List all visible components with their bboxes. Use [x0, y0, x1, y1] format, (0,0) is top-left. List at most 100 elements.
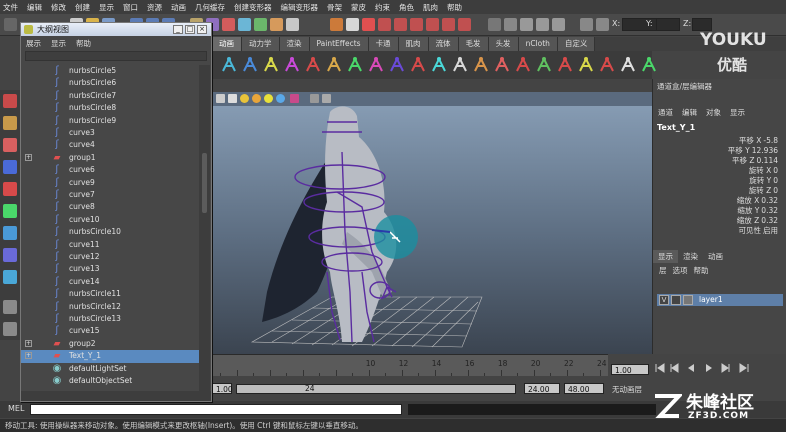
expand-toggle[interactable]: + — [25, 153, 32, 161]
outliner-item[interactable]: ʃ curve14 — [21, 276, 199, 288]
outliner-menu-item[interactable]: 帮助 — [76, 38, 91, 49]
outliner-item[interactable]: ʃ curve10 — [21, 214, 199, 226]
shelf-tool-icon[interactable] — [325, 55, 343, 75]
select-tool-icon[interactable] — [3, 94, 17, 108]
lasso-tool-icon[interactable] — [3, 116, 17, 130]
shelf-tab[interactable]: 自定义 — [557, 37, 596, 51]
attribute-value[interactable]: 0.32 — [761, 206, 778, 215]
lock-icon[interactable] — [580, 18, 593, 31]
outliner-item[interactable]: ʃ curve11 — [21, 239, 199, 251]
outliner-item[interactable]: ʃ curve4 — [21, 139, 199, 151]
menu-item[interactable]: 编辑 — [27, 2, 42, 13]
attribute-value[interactable]: 启用 — [763, 226, 778, 235]
channel-attribute-row[interactable]: 可见性 启用 — [739, 225, 779, 236]
outliner-item[interactable]: ʃ nurbsCircle11 — [21, 288, 199, 300]
attribute-value[interactable]: 0 — [773, 176, 778, 185]
shelf-tool-icon[interactable] — [220, 55, 238, 75]
shelf-tool-icon[interactable] — [409, 55, 427, 75]
shelf-tool-icon[interactable] — [535, 55, 553, 75]
smooth-shade-icon[interactable] — [240, 94, 249, 103]
outliner-item[interactable]: ◉ defaultLightSet — [21, 363, 199, 375]
menu-item[interactable]: 几何缓存 — [195, 2, 225, 13]
range-start-field[interactable]: 1.00 — [212, 383, 233, 394]
render-frame-icon[interactable] — [426, 18, 439, 31]
outliner-item[interactable]: ʃ curve13 — [21, 263, 199, 275]
outliner-item[interactable]: ◉ defaultObjectSet — [21, 375, 199, 387]
snap-view-icon[interactable] — [378, 18, 391, 31]
outliner-horizontal-scrollbar[interactable] — [21, 391, 211, 401]
lights-icon[interactable] — [264, 94, 273, 103]
perspective-viewport[interactable] — [212, 92, 652, 354]
layer-editor-menu-item[interactable]: 层 — [659, 265, 667, 276]
wireframe-icon[interactable] — [228, 94, 237, 103]
channel-box-menu-item[interactable]: 编辑 — [682, 107, 697, 119]
menu-item[interactable]: 骨架 — [327, 2, 342, 13]
module-select-icon[interactable] — [4, 18, 17, 31]
outliner-item[interactable]: ʃ curve8 — [21, 201, 199, 213]
outliner-item[interactable]: ʃ curve3 — [21, 127, 199, 139]
shelf-tab[interactable]: 动画 — [212, 37, 242, 51]
shelf-tool-icon[interactable] — [262, 55, 280, 75]
shelf-tab[interactable]: 肌肉 — [398, 37, 429, 51]
layer-playback-toggle[interactable] — [671, 295, 681, 305]
shelf-tool-icon[interactable] — [451, 55, 469, 75]
outliner-titlebar[interactable]: 大纲视图 _ □ × — [21, 23, 211, 36]
show-manip-tool-icon[interactable] — [3, 270, 17, 284]
menu-item[interactable]: 蒙皮 — [351, 2, 366, 13]
outliner-item[interactable]: ʃ nurbsCircle9 — [21, 115, 199, 127]
shelf-tool-icon[interactable] — [304, 55, 322, 75]
y-field[interactable] — [656, 18, 680, 31]
outliner-item[interactable]: ʃ curve12 — [21, 251, 199, 263]
rotate-tool-icon[interactable] — [3, 182, 17, 196]
layer-editor-tab[interactable]: 动画 — [703, 250, 728, 263]
shelf-tab[interactable]: 头发 — [488, 37, 519, 51]
tool-settings-icon[interactable] — [552, 18, 565, 31]
range-slider[interactable]: 24 — [236, 384, 516, 394]
outliner-vertical-scrollbar[interactable] — [199, 65, 210, 391]
move-tool-icon[interactable] — [3, 160, 17, 174]
layer-name[interactable]: layer1 — [699, 295, 723, 304]
attribute-value[interactable]: -5.8 — [763, 136, 778, 145]
maximize-icon[interactable]: □ — [185, 25, 195, 34]
attr-editor-icon[interactable] — [536, 18, 549, 31]
menu-item[interactable]: 资源 — [147, 2, 162, 13]
scale-tool-icon[interactable] — [3, 204, 17, 218]
outliner-item[interactable]: + ▰ group2 — [21, 338, 199, 350]
minimize-icon[interactable]: _ — [173, 25, 183, 34]
channel-box-menu-item[interactable]: 显示 — [730, 107, 745, 119]
shelf-tool-icon[interactable] — [367, 55, 385, 75]
menu-item[interactable]: 创建 — [75, 2, 90, 13]
xray-icon[interactable] — [310, 94, 319, 103]
render-settings-icon[interactable] — [458, 18, 471, 31]
shadows-icon[interactable] — [276, 94, 285, 103]
menu-item[interactable]: 约束 — [375, 2, 390, 13]
menu-item[interactable]: 修改 — [51, 2, 66, 13]
shelf-tool-icon[interactable] — [598, 55, 616, 75]
manipulator-tool-icon[interactable] — [3, 226, 17, 240]
layer-editor-menu-item[interactable]: 帮助 — [694, 265, 709, 276]
outliner-item[interactable]: ʃ nurbsCircle13 — [21, 313, 199, 325]
menu-item[interactable]: 窗口 — [123, 2, 138, 13]
shelf-tab[interactable]: 流体 — [428, 37, 459, 51]
outliner-item[interactable]: ʃ nurbsCircle10 — [21, 226, 199, 238]
menu-item[interactable]: 帮助 — [447, 2, 462, 13]
outliner-menu-item[interactable]: 显示 — [51, 38, 66, 49]
attribute-value[interactable]: 12.936 — [752, 146, 778, 155]
layer-editor-tab[interactable]: 显示 — [653, 250, 678, 263]
isolate-icon[interactable] — [290, 94, 299, 103]
layer-editor-menu-item[interactable]: 选项 — [673, 265, 688, 276]
expand-toggle[interactable]: + — [25, 339, 32, 347]
menu-item[interactable]: 角色 — [399, 2, 414, 13]
channel-box-node-name[interactable]: Text_Y_1 — [657, 123, 695, 132]
menu-item[interactable]: 创建变形器 — [234, 2, 272, 13]
snap-point-icon[interactable] — [362, 18, 375, 31]
layout-four-icon[interactable] — [3, 322, 17, 336]
attribute-value[interactable]: 0.32 — [761, 196, 778, 205]
shelf-tool-icon[interactable] — [640, 55, 658, 75]
shelf-tool-icon[interactable] — [388, 55, 406, 75]
mask-deform-icon[interactable] — [254, 18, 267, 31]
outliner-item[interactable]: + ▰ Text_Y_1 — [21, 350, 199, 363]
menu-item[interactable]: 编辑变形器 — [281, 2, 319, 13]
snap-curve-icon[interactable] — [346, 18, 359, 31]
menu-item[interactable]: 肌肉 — [423, 2, 438, 13]
